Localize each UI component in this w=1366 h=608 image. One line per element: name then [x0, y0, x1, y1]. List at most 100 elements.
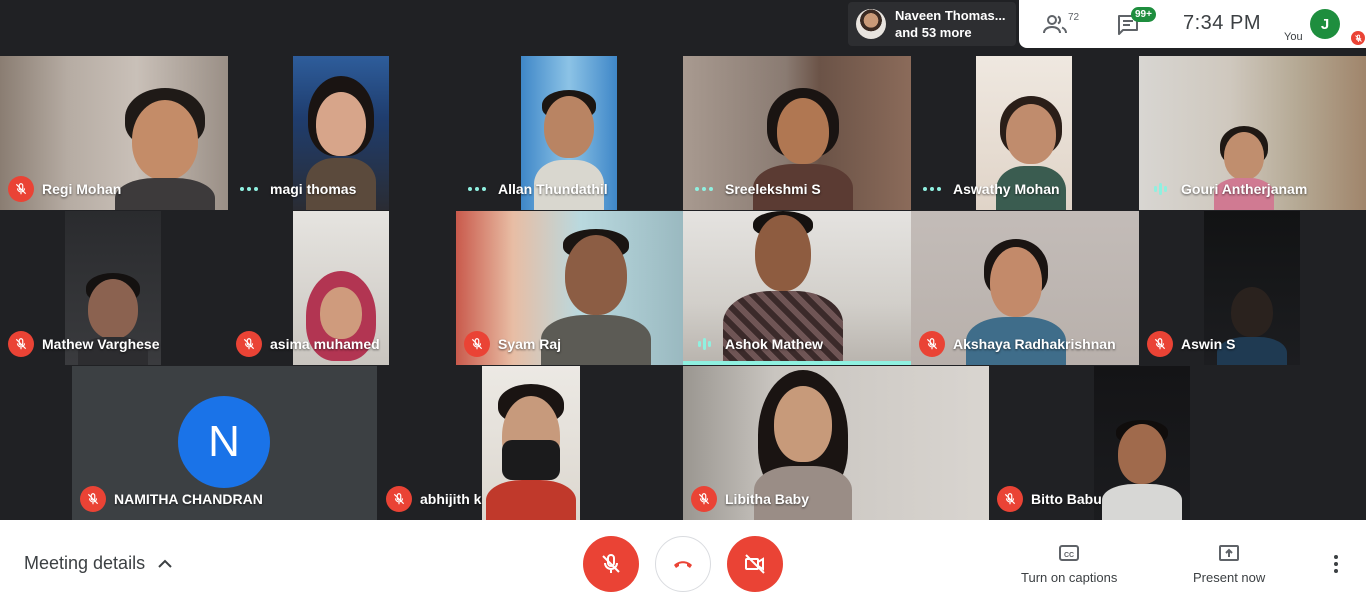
- participant-name: Libitha Baby: [725, 491, 810, 507]
- bottom-controls-bar: Meeting details CC Turn on captions Pres…: [0, 520, 1366, 608]
- participant-tile[interactable]: Aswathy Mohan: [911, 56, 1139, 210]
- audio-dots-icon: [919, 176, 945, 202]
- participant-tile[interactable]: Aswin S: [1139, 211, 1366, 365]
- participant-tile[interactable]: Mathew Varghese: [0, 211, 228, 365]
- leave-call-button[interactable]: [655, 536, 711, 592]
- participant-name: Aswathy Mohan: [953, 181, 1060, 197]
- camera-off-icon: [745, 554, 765, 574]
- participant-name: NAMITHA CHANDRAN: [114, 491, 263, 507]
- tile-name-row: NAMITHA CHANDRAN: [80, 486, 263, 512]
- mic-off-icon: [236, 331, 262, 357]
- mic-off-icon: [602, 553, 620, 573]
- audio-level-icon: [691, 331, 717, 357]
- people-icon: [1043, 15, 1067, 34]
- tile-name-row: Regi Mohan: [8, 176, 121, 202]
- mic-off-icon: [386, 486, 412, 512]
- participant-tile[interactable]: Akshaya Radhakrishnan: [911, 211, 1139, 365]
- audio-dots-icon: [691, 176, 717, 202]
- chat-badge: 99+: [1131, 7, 1156, 22]
- meeting-details-label: Meeting details: [24, 553, 146, 573]
- tile-name-row: Mathew Varghese: [8, 331, 160, 357]
- mic-off-icon: [8, 331, 34, 357]
- people-button[interactable]: 72: [1043, 12, 1080, 35]
- participant-figure: [486, 384, 576, 520]
- audio-dots-icon: [236, 176, 262, 202]
- participant-tile[interactable]: Ashok Mathew: [683, 211, 911, 365]
- tile-name-row: Ashok Mathew: [691, 331, 823, 357]
- mic-off-icon: [1147, 331, 1173, 357]
- chevron-up-icon: [158, 559, 172, 568]
- camera-toggle-button[interactable]: [727, 536, 783, 592]
- more-options-button[interactable]: [1326, 552, 1346, 576]
- audio-level-icon: [1147, 176, 1173, 202]
- tile-name-row: Akshaya Radhakrishnan: [919, 331, 1116, 357]
- mic-off-icon: [997, 486, 1023, 512]
- participant-name: Syam Raj: [498, 336, 562, 352]
- participant-tile[interactable]: abhijith k: [378, 366, 683, 520]
- participant-avatar: [856, 9, 886, 39]
- people-count: 72: [1068, 12, 1080, 23]
- tile-name-row: Gouri Antherjanam: [1147, 176, 1307, 202]
- presenter-more: and 53 more: [895, 25, 972, 40]
- meeting-details-button[interactable]: Meeting details: [24, 553, 173, 574]
- participant-name: asima muhamed: [270, 336, 380, 352]
- pinned-participants-text: Naveen Thomas... and 53 more: [895, 7, 1006, 41]
- tile-name-row: Libitha Baby: [691, 486, 809, 512]
- participant-initial-avatar: N: [178, 396, 270, 488]
- clock: 7:34 PM: [1183, 12, 1261, 34]
- tile-name-row: Aswathy Mohan: [919, 176, 1060, 202]
- tile-name-row: abhijith k: [386, 486, 481, 512]
- participant-tile[interactable]: Sreelekshmi S: [683, 56, 911, 210]
- pinned-participants-chip[interactable]: Naveen Thomas... and 53 more: [848, 2, 1016, 46]
- participant-tile[interactable]: Syam Raj: [456, 211, 683, 365]
- participant-tile[interactable]: Allan Thundathil: [456, 56, 683, 210]
- mic-off-icon: [691, 486, 717, 512]
- participant-figure: [115, 88, 215, 210]
- participant-name: Bitto Babu: [1031, 491, 1102, 507]
- top-right-panel: 72 99+ 7:34 PM J You: [1019, 0, 1366, 48]
- participant-name: Aswin S: [1181, 336, 1236, 352]
- participant-name: Akshaya Radhakrishnan: [953, 336, 1116, 352]
- mic-off-icon: [8, 176, 34, 202]
- microphone-toggle-button[interactable]: [583, 536, 639, 592]
- tile-name-row: Allan Thundathil: [464, 176, 608, 202]
- participant-tile[interactable]: asima muhamed: [228, 211, 456, 365]
- participant-tile[interactable]: Regi Mohan: [0, 56, 228, 210]
- tile-name-row: Syam Raj: [464, 331, 561, 357]
- end-call-icon: [674, 561, 692, 568]
- participant-name: Regi Mohan: [42, 181, 122, 197]
- participant-tile[interactable]: Libitha Baby: [683, 366, 989, 520]
- chat-button[interactable]: 99+: [1117, 7, 1156, 41]
- participant-name: Allan Thundathil: [498, 181, 608, 197]
- svg-text:CC: CC: [1064, 552, 1074, 559]
- presenter-name: Naveen Thomas...: [895, 8, 1006, 23]
- participant-tile[interactable]: Bitto Babu: [989, 366, 1294, 520]
- tile-name-row: magi thomas: [236, 176, 356, 202]
- participant-tile[interactable]: N NAMITHA CHANDRAN: [72, 366, 377, 520]
- participant-name: abhijith k: [420, 491, 482, 507]
- present-now-button[interactable]: Present now: [1193, 542, 1265, 585]
- mic-off-icon: [919, 331, 945, 357]
- captions-button[interactable]: CC Turn on captions: [1021, 542, 1117, 585]
- self-tile[interactable]: J You: [1281, 0, 1366, 48]
- participant-tile[interactable]: Gouri Antherjanam: [1139, 56, 1366, 210]
- self-label: You: [1284, 31, 1303, 43]
- tile-name-row: Aswin S: [1147, 331, 1235, 357]
- meet-app: Naveen Thomas... and 53 more 72 99+ 7:34…: [0, 0, 1366, 608]
- tile-name-row: asima muhamed: [236, 331, 380, 357]
- participant-name: Ashok Mathew: [725, 336, 824, 352]
- participant-name: Gouri Antherjanam: [1181, 181, 1308, 197]
- tile-name-row: Sreelekshmi S: [691, 176, 821, 202]
- face-mask: [502, 440, 560, 480]
- participant-figure: [1102, 420, 1182, 520]
- self-mic-off-icon: [1351, 31, 1365, 45]
- mic-off-icon: [464, 331, 490, 357]
- present-icon: [1219, 545, 1240, 561]
- participant-tile[interactable]: magi thomas: [228, 56, 456, 210]
- self-avatar: J: [1310, 9, 1340, 39]
- mic-off-icon: [80, 486, 106, 512]
- more-vert-icon: [1334, 555, 1338, 559]
- captions-icon: CC: [1059, 545, 1080, 561]
- speaking-indicator: [683, 361, 911, 365]
- top-bar: Naveen Thomas... and 53 more 72 99+ 7:34…: [0, 0, 1366, 52]
